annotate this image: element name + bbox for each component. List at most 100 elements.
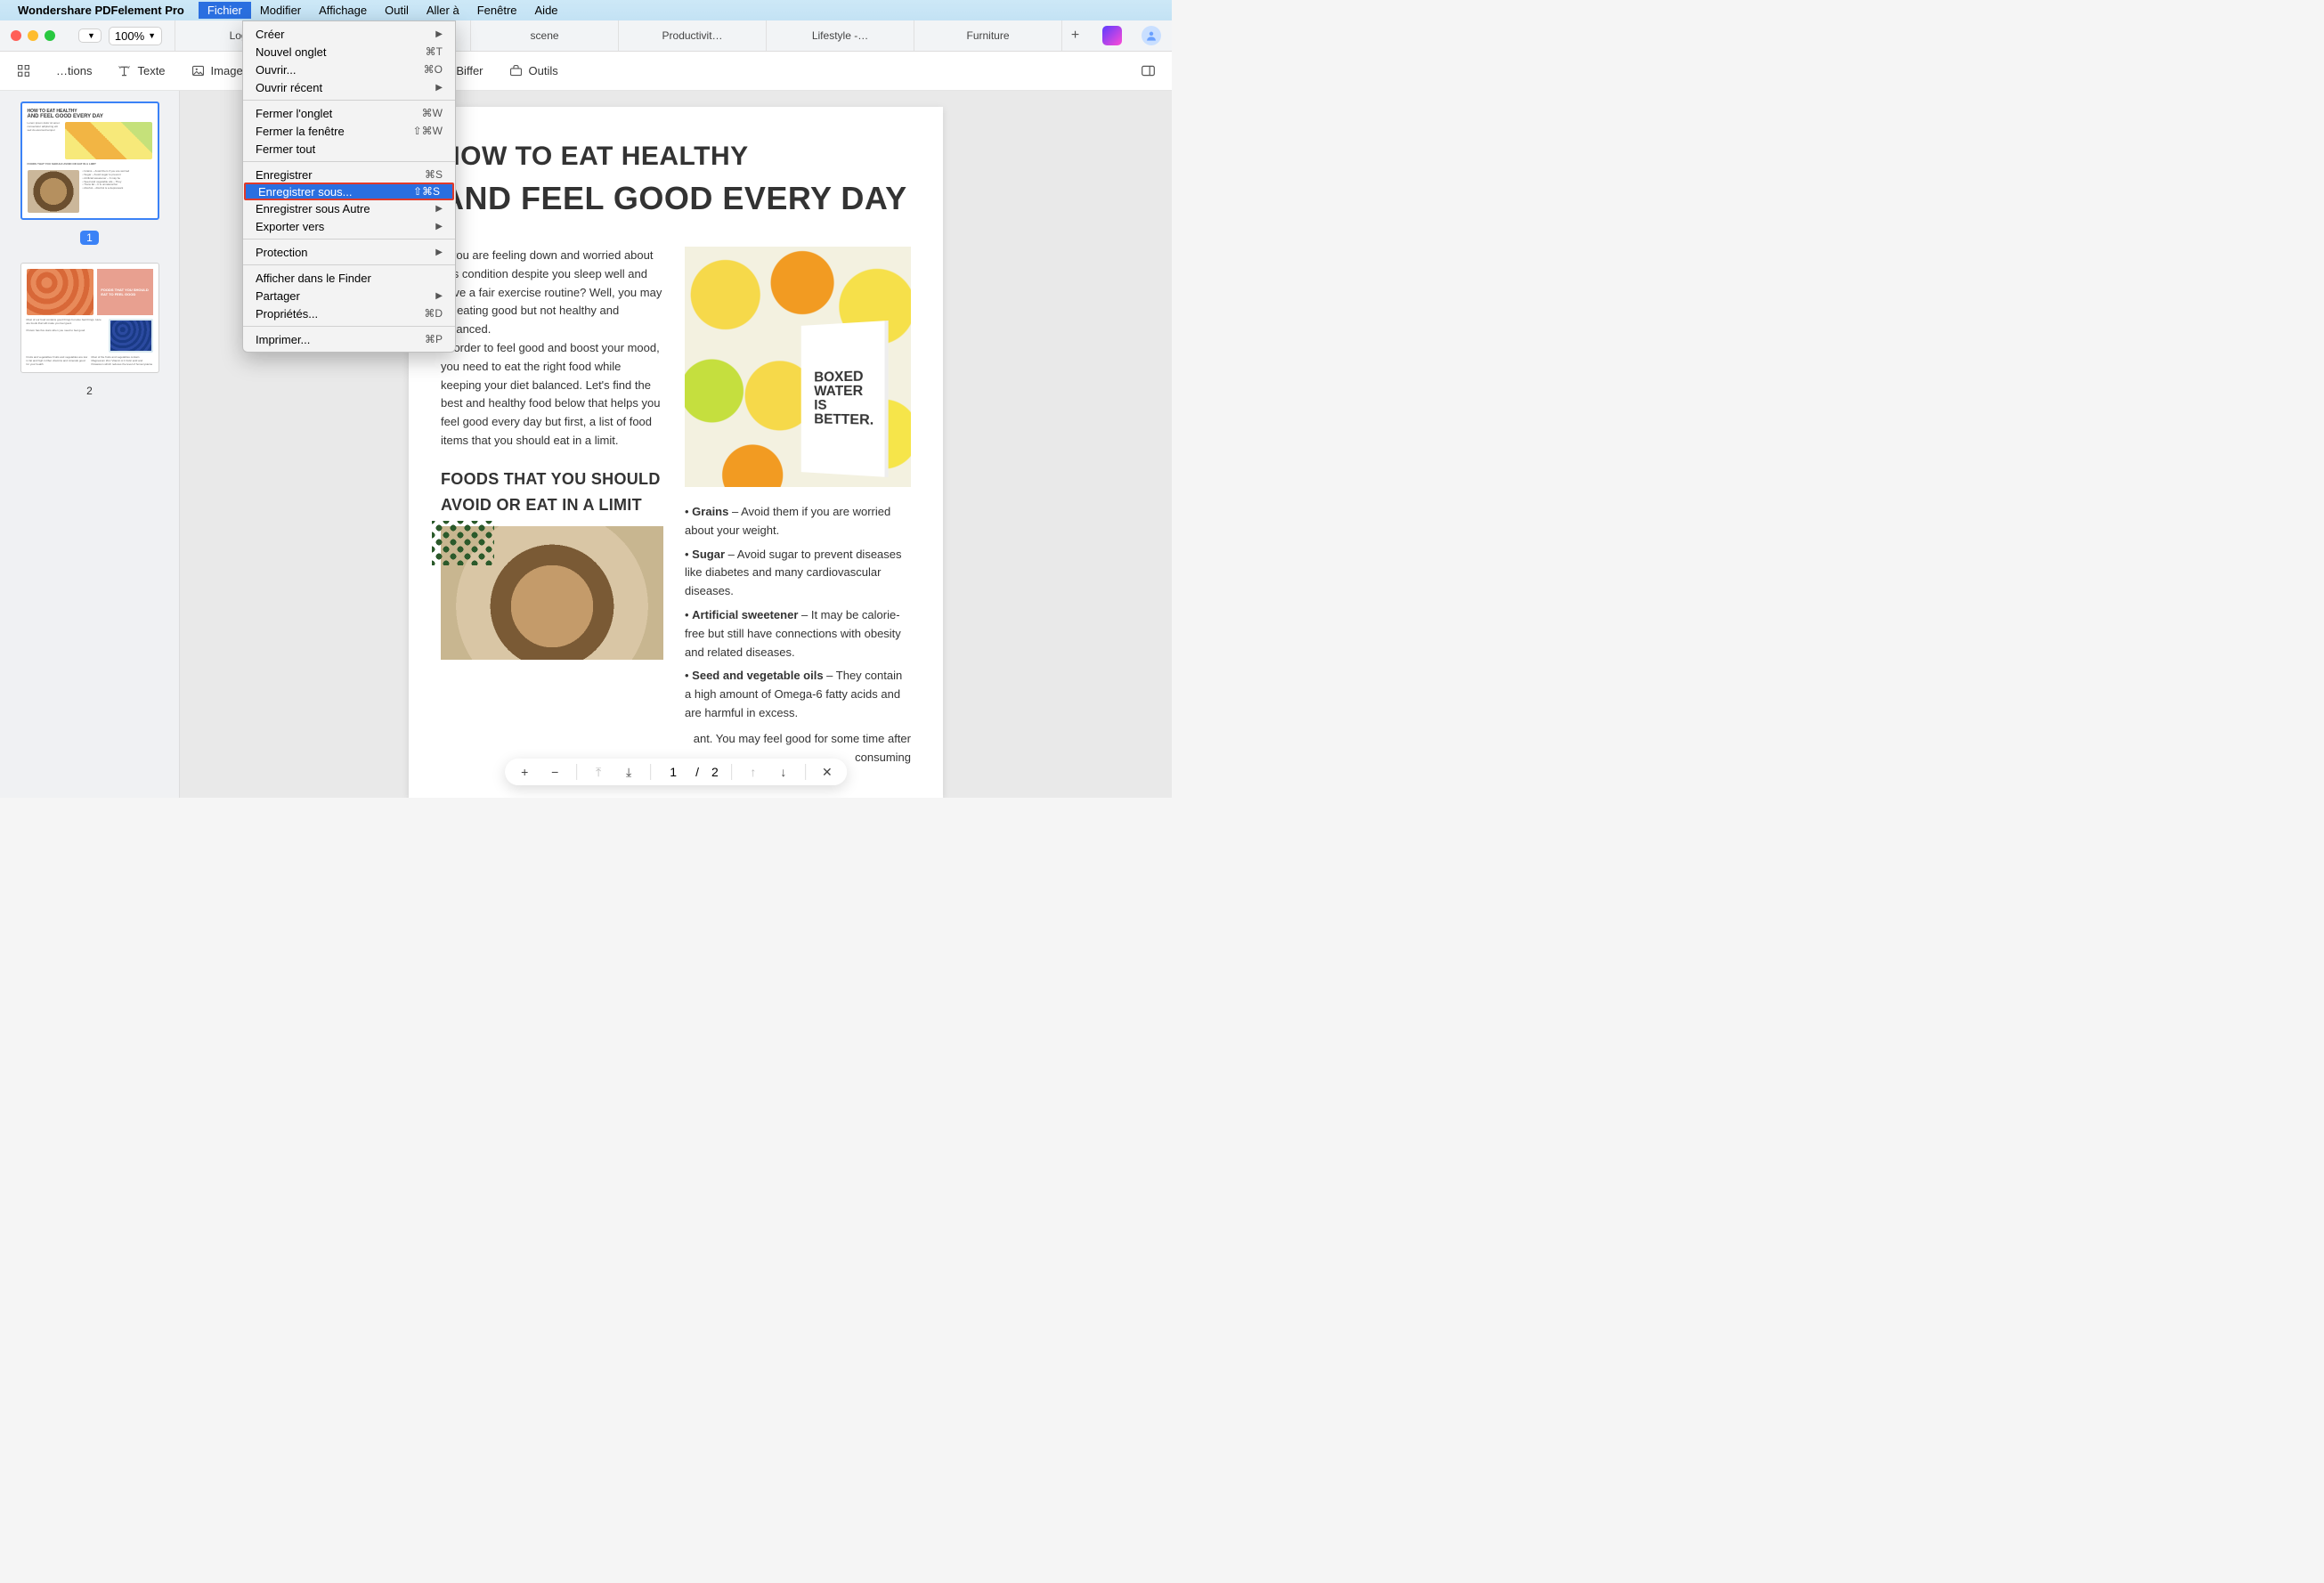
menu-shortcut: ⌘S xyxy=(425,168,443,181)
carton-text: BOXED WATER IS BETTER. xyxy=(814,369,874,428)
menu-item-ouvrir[interactable]: Ouvrir...⌘O xyxy=(243,61,455,78)
thumbnail-page-1[interactable]: HOW TO EAT HEALTHY AND FEEL GOOD EVERY D… xyxy=(20,101,159,220)
menu-item-protection[interactable]: Protection▶ xyxy=(243,243,455,261)
zoom-in-button[interactable]: + xyxy=(516,765,533,779)
thumbnail-page-2[interactable]: FOODS THAT YOU SHOULD EAT TO FEEL GOOD M… xyxy=(20,263,159,373)
thumb-number-2: 2 xyxy=(80,384,99,398)
main-area: HOW TO EAT HEALTHY AND FEEL GOOD EVERY D… xyxy=(0,91,1172,798)
prev-page-button[interactable]: ↑ xyxy=(744,765,762,779)
page-navigation-bar: + − ⤒ ⤓ / 2 ↑ ↓ ✕ xyxy=(505,759,847,785)
tab-2[interactable]: scene xyxy=(470,20,618,51)
menu-separator xyxy=(243,161,455,162)
menu-item-partager[interactable]: Partager▶ xyxy=(243,287,455,304)
bullet-item: • Seed and vegetable oils – They contain… xyxy=(685,667,911,722)
menu-item-label: Nouvel onglet xyxy=(256,45,426,59)
zoom-out-button[interactable]: − xyxy=(546,765,564,779)
menu-item-label: Enregistrer xyxy=(256,168,425,182)
thumb-image-coffee xyxy=(28,170,79,213)
tab-4[interactable]: Lifestyle -… xyxy=(766,20,914,51)
menu-item-exporter-vers[interactable]: Exporter vers▶ xyxy=(243,217,455,235)
thumb-text: Fruits and vegetables Fruits and vegetab… xyxy=(27,356,88,367)
next-page-button[interactable]: ↓ xyxy=(775,765,792,779)
image-tool[interactable]: Image xyxy=(191,63,243,78)
tab-5[interactable]: Furniture xyxy=(914,20,1061,51)
menu-item-imprimer[interactable]: Imprimer...⌘P xyxy=(243,330,455,348)
submenu-arrow-icon: ▶ xyxy=(435,83,443,93)
menu-item-label: Enregistrer sous... xyxy=(258,185,413,199)
image-icon xyxy=(191,63,206,78)
menu-item-label: Protection xyxy=(256,246,435,259)
first-page-button[interactable]: ⤒ xyxy=(589,765,607,780)
menu-item-label: Imprimer... xyxy=(256,333,425,346)
menu-affichage[interactable]: Affichage xyxy=(310,2,376,19)
thumb-number-1: 1 xyxy=(80,231,99,245)
menu-aller-a[interactable]: Aller à xyxy=(418,2,468,19)
annotations-tool[interactable]: …tions xyxy=(56,64,92,77)
thumb-text: • Grains – Avoid them if you are worried… xyxy=(83,170,152,213)
boxed-water-carton: BOXED WATER IS BETTER. xyxy=(801,321,889,477)
coffee-image xyxy=(441,526,663,660)
thumb-subtitle: AND FEEL GOOD EVERY DAY xyxy=(28,114,152,119)
current-page-input[interactable] xyxy=(663,765,683,779)
bullet-item: • Grains – Avoid them if you are worried… xyxy=(685,503,911,540)
menu-item-label: Ouvrir... xyxy=(256,63,424,77)
menu-item-label: Enregistrer sous Autre xyxy=(256,202,435,215)
menu-item-fermer-tout[interactable]: Fermer tout xyxy=(243,140,455,158)
menu-outil[interactable]: Outil xyxy=(376,2,418,19)
thumb-text: Lorem ipsum dolor sit amet consectetur a… xyxy=(28,122,61,159)
menu-shortcut: ⌘T xyxy=(426,45,443,58)
menu-item-label: Fermer la fenêtre xyxy=(256,125,413,138)
menu-aide[interactable]: Aide xyxy=(526,2,567,19)
minimize-window-button[interactable] xyxy=(28,30,38,41)
menu-fenetre[interactable]: Fenêtre xyxy=(468,2,526,19)
close-window-button[interactable] xyxy=(11,30,21,41)
redact-label: Biffer xyxy=(456,64,483,77)
close-nav-button[interactable]: ✕ xyxy=(818,765,836,780)
mac-menubar: Wondershare PDFelement Pro Fichier Modif… xyxy=(0,0,1172,20)
zoom-selector[interactable]: 100% ▼ xyxy=(109,27,162,45)
text-icon xyxy=(117,63,132,78)
menu-item-label: Créer xyxy=(256,28,435,41)
menu-item-enregistrer-sous[interactable]: Enregistrer sous...⇧⌘S xyxy=(244,183,454,200)
menu-shortcut: ⌘D xyxy=(424,307,443,320)
menu-item-afficher-dans-le-finder[interactable]: Afficher dans le Finder xyxy=(243,269,455,287)
zoom-value: 100% xyxy=(115,29,144,43)
new-tab-button[interactable]: + xyxy=(1061,20,1088,51)
page-sep: / xyxy=(695,765,699,779)
page-title-1: HOW TO EAT HEALTHY xyxy=(441,142,911,171)
wondershare-logo-icon[interactable] xyxy=(1102,26,1122,45)
panel-right-icon xyxy=(1141,63,1156,78)
text-label: Texte xyxy=(137,64,165,77)
tools-tool[interactable]: Outils xyxy=(508,63,558,78)
tab-3[interactable]: Productivit… xyxy=(618,20,766,51)
menu-separator xyxy=(243,326,455,327)
menu-item-ouvrir-r-cent[interactable]: Ouvrir récent▶ xyxy=(243,78,455,96)
properties-panel-toggle[interactable] xyxy=(1141,63,1156,78)
window-chrome: ▼ 100% ▼ Logist… …yle -… scene Productiv… xyxy=(0,20,1172,52)
menu-fichier[interactable]: Fichier xyxy=(199,2,251,19)
menu-item-enregistrer-sous-autre[interactable]: Enregistrer sous Autre▶ xyxy=(243,199,455,217)
thumb-text: Most of our food contains good things bu… xyxy=(27,319,105,353)
menu-shortcut: ⇧⌘S xyxy=(413,185,440,198)
bullet-item: • Artificial sweetener – It may be calor… xyxy=(685,606,911,662)
maximize-window-button[interactable] xyxy=(45,30,55,41)
user-avatar[interactable] xyxy=(1142,26,1161,45)
thumb-image-berries xyxy=(109,319,153,353)
tools-label: Outils xyxy=(529,64,558,77)
menu-item-label: Ouvrir récent xyxy=(256,81,435,94)
text-tool[interactable]: Texte xyxy=(117,63,165,78)
sidebar-view-toggle[interactable]: ▼ xyxy=(78,28,102,43)
menu-item-nouvel-onglet[interactable]: Nouvel onglet⌘T xyxy=(243,43,455,61)
app-name[interactable]: Wondershare PDFelement Pro xyxy=(18,4,184,17)
menu-item-fermer-l-onglet[interactable]: Fermer l'onglet⌘W xyxy=(243,104,455,122)
image-label: Image xyxy=(211,64,243,77)
menu-modifier[interactable]: Modifier xyxy=(251,2,310,19)
menu-item-fermer-la-fen-tre[interactable]: Fermer la fenêtre⇧⌘W xyxy=(243,122,455,140)
thumbnails-toggle[interactable] xyxy=(16,63,31,78)
menu-shortcut: ⌘P xyxy=(425,333,443,345)
menu-item-enregistrer[interactable]: Enregistrer⌘S xyxy=(243,166,455,183)
submenu-arrow-icon: ▶ xyxy=(435,222,443,231)
menu-item-cr-er[interactable]: Créer▶ xyxy=(243,25,455,43)
last-page-button[interactable]: ⤓ xyxy=(620,765,638,780)
menu-item-propri-t-s[interactable]: Propriétés...⌘D xyxy=(243,304,455,322)
